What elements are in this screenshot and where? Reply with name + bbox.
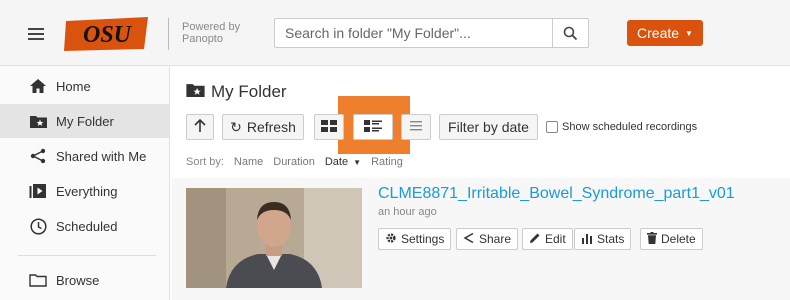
play-stack-icon xyxy=(28,182,48,200)
sidebar-item-browse[interactable]: Browse xyxy=(0,263,170,297)
sidebar-item-label: Shared with Me xyxy=(56,148,147,164)
share-label: Share xyxy=(479,232,512,246)
sort-option-rating[interactable]: Rating xyxy=(371,156,403,168)
sidebar-item-home[interactable]: Home xyxy=(0,69,170,103)
gear-icon xyxy=(385,232,397,247)
stats-button[interactable]: Stats xyxy=(574,228,632,250)
sidebar-item-label: Scheduled xyxy=(56,218,118,234)
list-view-button[interactable] xyxy=(401,114,431,140)
session-title-link[interactable]: CLME8871_Irritable_Bowel_Syndrome_part1_… xyxy=(378,185,735,203)
show-scheduled-checkbox[interactable] xyxy=(546,121,558,133)
folder-star-icon xyxy=(28,112,48,130)
home-icon xyxy=(28,77,48,95)
edit-button[interactable]: Edit xyxy=(522,228,573,250)
share-button[interactable]: Share xyxy=(456,228,519,250)
search-input[interactable] xyxy=(275,19,555,47)
refresh-button[interactable]: ↻ Refresh xyxy=(222,114,304,140)
session-timestamp: an hour ago xyxy=(378,206,437,218)
top-header: OSU Powered by Panopto Create ▼ xyxy=(0,0,790,66)
sidebar-divider xyxy=(18,255,156,256)
create-button[interactable]: Create ▼ xyxy=(627,20,703,46)
stats-label: Stats xyxy=(597,232,625,246)
detail-view-icon xyxy=(364,119,382,135)
sidebar-item-label: My Folder xyxy=(56,113,114,129)
folder-icon xyxy=(28,271,48,289)
sort-bar: Sort by: Name Duration Date ▼ Rating xyxy=(186,156,403,168)
sidebar-item-label: Everything xyxy=(56,183,118,199)
bar-chart-icon xyxy=(581,232,593,247)
delete-label: Delete xyxy=(661,232,696,246)
sidebar-item-shared-with-me[interactable]: Shared with Me xyxy=(0,139,170,173)
hamburger-menu-icon[interactable] xyxy=(28,28,44,40)
refresh-label: Refresh xyxy=(246,119,296,135)
detail-view-button[interactable] xyxy=(353,114,393,140)
sort-option-name[interactable]: Name xyxy=(234,156,263,168)
thumbnail-view-button[interactable] xyxy=(314,114,344,140)
share-icon xyxy=(463,232,475,247)
svg-text:OSU: OSU xyxy=(83,22,133,48)
osu-logo[interactable]: OSU xyxy=(62,15,152,53)
edit-label: Edit xyxy=(545,232,566,246)
sidebar-item-my-folder[interactable]: My Folder xyxy=(0,104,170,138)
list-view-icon xyxy=(410,119,422,135)
pencil-icon xyxy=(529,232,541,247)
session-thumbnail[interactable] xyxy=(186,188,362,288)
sidebar-item-label: Home xyxy=(56,78,91,94)
delete-button[interactable]: Delete xyxy=(640,228,703,250)
sidebar-item-scheduled[interactable]: Scheduled xyxy=(0,209,170,243)
show-scheduled-label: Show scheduled recordings xyxy=(562,121,698,133)
trash-icon xyxy=(647,231,657,247)
grid-view-icon xyxy=(321,119,337,135)
folder-search xyxy=(274,18,589,48)
settings-label: Settings xyxy=(401,232,445,246)
refresh-icon: ↻ xyxy=(230,118,242,135)
up-folder-button[interactable] xyxy=(186,114,214,140)
search-icon xyxy=(563,26,578,40)
page-title: My Folder xyxy=(186,82,287,102)
sort-desc-icon: ▼ xyxy=(353,158,362,167)
arrow-up-icon xyxy=(194,118,206,136)
search-button[interactable] xyxy=(552,19,588,47)
powered-by-label: Powered by Panopto xyxy=(182,21,241,45)
filter-label: Filter by date xyxy=(448,119,529,135)
folder-title-text: My Folder xyxy=(211,82,287,101)
sort-option-date-label: Date xyxy=(324,156,349,168)
create-label: Create xyxy=(637,25,680,41)
sidebar-item-label: Browse xyxy=(56,272,100,288)
clock-icon xyxy=(28,217,48,235)
sort-option-date[interactable]: Date ▼ xyxy=(325,156,361,168)
settings-button[interactable]: Settings xyxy=(378,228,452,250)
header-divider xyxy=(168,18,169,50)
sidebar: Home My Folder Shared with Me Everything… xyxy=(0,66,170,300)
sort-label: Sort by: xyxy=(186,156,224,168)
caret-down-icon: ▼ xyxy=(685,28,693,38)
share-icon xyxy=(28,147,48,165)
sort-option-duration[interactable]: Duration xyxy=(273,156,315,168)
sidebar-item-everything[interactable]: Everything xyxy=(0,174,170,208)
folder-star-icon xyxy=(186,82,205,102)
filter-by-date-button[interactable]: Filter by date xyxy=(439,114,538,140)
